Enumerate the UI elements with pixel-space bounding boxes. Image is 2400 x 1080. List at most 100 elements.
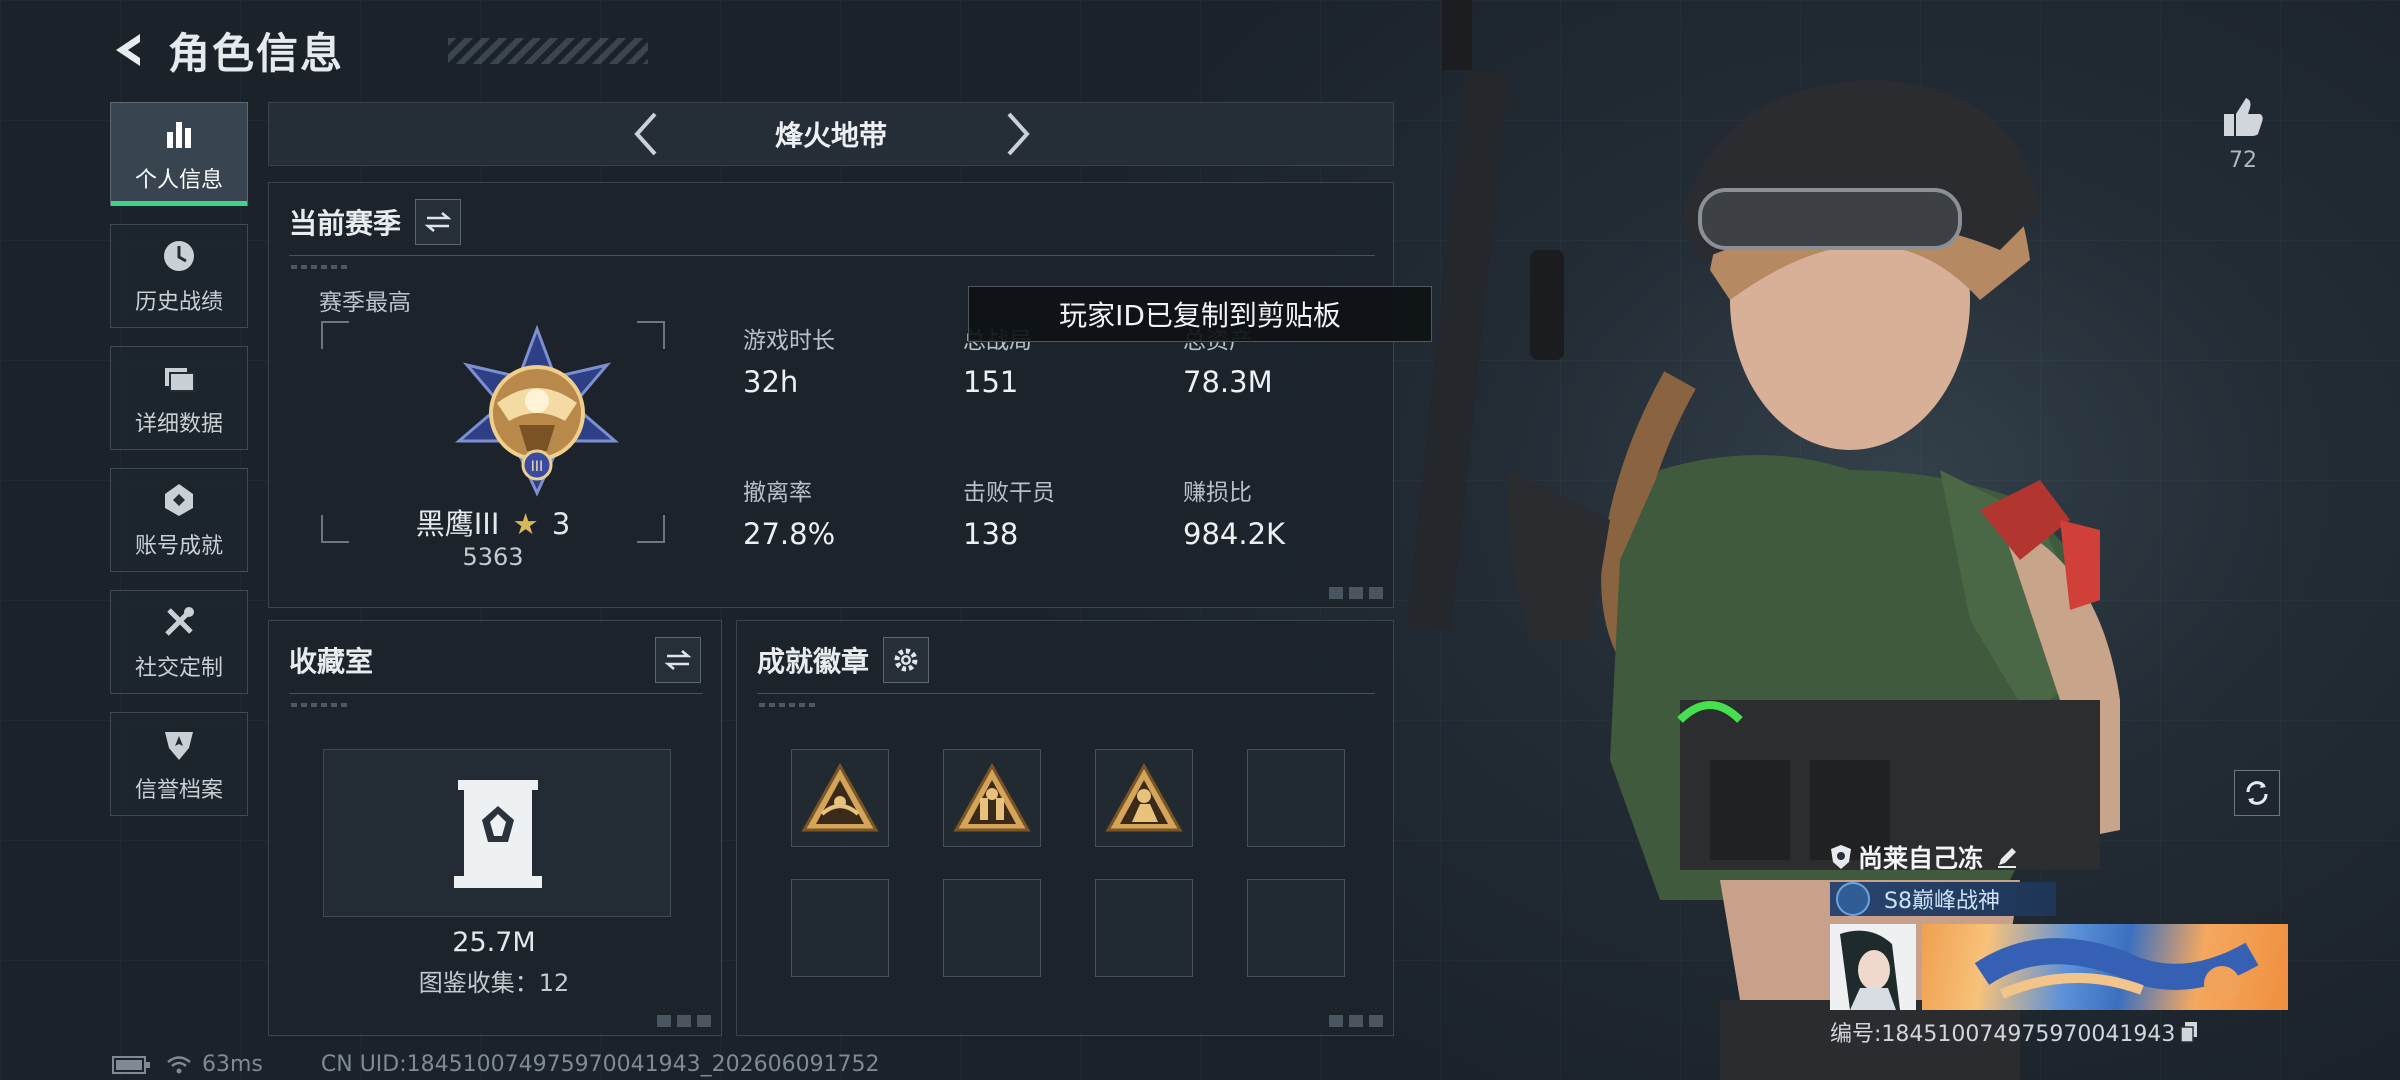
rank-frame: III 黑鹰III ★ 3 5363	[321, 321, 665, 571]
mode-selector: 烽火地带	[268, 102, 1394, 166]
stat-label: 撤离率	[743, 480, 812, 506]
achievement-icon	[165, 484, 193, 516]
refresh-icon	[2246, 781, 2268, 805]
title-emblem-icon	[1836, 882, 1870, 916]
rank-medal-icon: III	[454, 325, 620, 497]
stat-play-time: 游戏时长 32h	[743, 321, 943, 399]
collection-value: 25.7M	[452, 927, 536, 958]
uid-text: CN UID:184510074975970041943_20260609175…	[320, 1052, 880, 1077]
season-switch-button[interactable]	[415, 199, 462, 245]
season-panel-header: 当前赛季	[289, 199, 462, 245]
collection-panel: 收藏室 25.7M 图鉴收集：12	[268, 620, 722, 1036]
bar-chart-icon	[167, 122, 191, 148]
divider	[289, 693, 703, 694]
stat-value: 78.3M	[1183, 365, 1273, 399]
divider	[289, 255, 1375, 256]
copy-toast: 玩家ID已复制到剪贴板	[968, 286, 1432, 342]
player-name-row: 尚莱自己冻	[1830, 840, 2290, 874]
star-icon: ★	[512, 507, 539, 541]
badge-triangle-icon	[953, 762, 1031, 832]
decoration	[759, 703, 819, 707]
sidebar-item-achievements[interactable]: 账号成就	[110, 468, 248, 572]
collection-count: 图鉴收集：12	[418, 969, 570, 997]
sidebar-item-label: 社交定制	[134, 656, 223, 681]
badge-triangle-icon	[1105, 762, 1183, 832]
sidebar: 个人信息 历史战绩 详细数据 账号成就 社交定制 信誉档案	[110, 102, 250, 834]
profile-banner[interactable]	[1922, 924, 2288, 1010]
badge-slot-empty[interactable]	[1095, 879, 1193, 977]
stat-value: 151	[963, 365, 1019, 399]
mode-name: 烽火地带	[774, 119, 887, 152]
season-best-label: 赛季最高	[319, 290, 411, 316]
svg-text:III: III	[531, 459, 543, 475]
badge-slot-empty[interactable]	[1247, 879, 1345, 977]
badges-settings-button[interactable]	[883, 637, 930, 683]
stat-value: 984.2K	[1183, 517, 1286, 551]
frame-corner	[321, 321, 349, 349]
player-id-row[interactable]: 编号:184510074975970041943	[1830, 1016, 2290, 1048]
badge-slot[interactable]	[791, 749, 889, 847]
rank-name: 黑鹰III	[415, 507, 500, 541]
like-widget[interactable]: 72	[2210, 94, 2276, 173]
stat-extract-rate: 撤离率 27.8%	[743, 473, 943, 551]
battery-icon	[112, 1055, 150, 1074]
display-case-icon	[454, 780, 542, 888]
badge-slot-empty[interactable]	[791, 879, 889, 977]
player-id: 编号:184510074975970041943	[1830, 1022, 2176, 1047]
refresh-button[interactable]	[2234, 770, 2280, 816]
decoration	[291, 703, 351, 707]
title-decoration	[448, 38, 648, 64]
sidebar-item-label: 历史战绩	[134, 290, 223, 315]
page-title: 角色信息	[168, 28, 345, 78]
collection-preview[interactable]	[323, 749, 671, 917]
player-name: 尚莱自己冻	[1858, 844, 1984, 873]
stat-value: 27.8%	[743, 517, 836, 551]
sidebar-item-reputation[interactable]: 信誉档案	[110, 712, 248, 816]
divider	[757, 693, 1375, 694]
rank-stars: 3	[551, 507, 571, 541]
sidebar-item-personal-info[interactable]: 个人信息	[110, 102, 248, 206]
shield-badge-icon	[165, 732, 193, 760]
copy-icon[interactable]	[2179, 1021, 2199, 1043]
back-arrow-icon[interactable]	[108, 28, 152, 72]
decoration	[291, 265, 351, 269]
badge-slot[interactable]	[943, 749, 1041, 847]
edit-pencil-icon[interactable]	[1995, 845, 2019, 869]
sidebar-item-history[interactable]: 历史战绩	[110, 224, 248, 328]
card-images	[1830, 924, 2290, 1010]
sidebar-item-social[interactable]: 社交定制	[110, 590, 248, 694]
stat-label: 击败干员	[963, 480, 1055, 506]
season-panel: 当前赛季 赛季最高 III 黑鹰III ★ 3 5363 游戏时长 32h 15…	[268, 182, 1394, 608]
badges-panel-header: 成就徽章	[757, 637, 930, 683]
mode-prev-button[interactable]	[623, 111, 669, 157]
mode-next-button[interactable]	[995, 111, 1041, 157]
frame-corner	[637, 321, 665, 349]
badge-triangle-icon	[801, 762, 879, 832]
player-title-badge: S8巅峰战神	[1830, 882, 2056, 916]
decoration	[1329, 1015, 1383, 1027]
season-title: 当前赛季	[289, 207, 402, 240]
sidebar-item-detail-data[interactable]: 详细数据	[110, 346, 248, 450]
badge-slot[interactable]	[1095, 749, 1193, 847]
collection-switch-button[interactable]	[655, 637, 701, 683]
decoration	[657, 1015, 711, 1027]
sidebar-item-label: 信誉档案	[134, 778, 223, 803]
avatar[interactable]	[1830, 924, 1916, 1010]
stat-profit-ratio: 赚损比 984.2K	[1183, 473, 1383, 551]
player-title: S8巅峰战神	[1884, 889, 2000, 914]
stat-label: 游戏时长	[743, 328, 835, 354]
badge-slot-empty[interactable]	[943, 879, 1041, 977]
thumbs-up-icon	[2224, 98, 2263, 136]
stat-value: 32h	[743, 365, 799, 399]
history-clock-icon	[164, 241, 194, 271]
stat-value: 138	[963, 517, 1019, 551]
stat-label: 赚损比	[1183, 480, 1252, 506]
badge-slot-empty[interactable]	[1247, 749, 1345, 847]
shield-icon	[1831, 845, 1851, 869]
tools-icon	[165, 607, 194, 636]
decoration	[1329, 587, 1383, 599]
badges-title: 成就徽章	[757, 645, 870, 678]
status-bar: 63ms CN UID:184510074975970041943_202606…	[112, 1052, 880, 1077]
rank-score: 5363	[462, 543, 524, 571]
collection-title: 收藏室	[289, 645, 374, 678]
